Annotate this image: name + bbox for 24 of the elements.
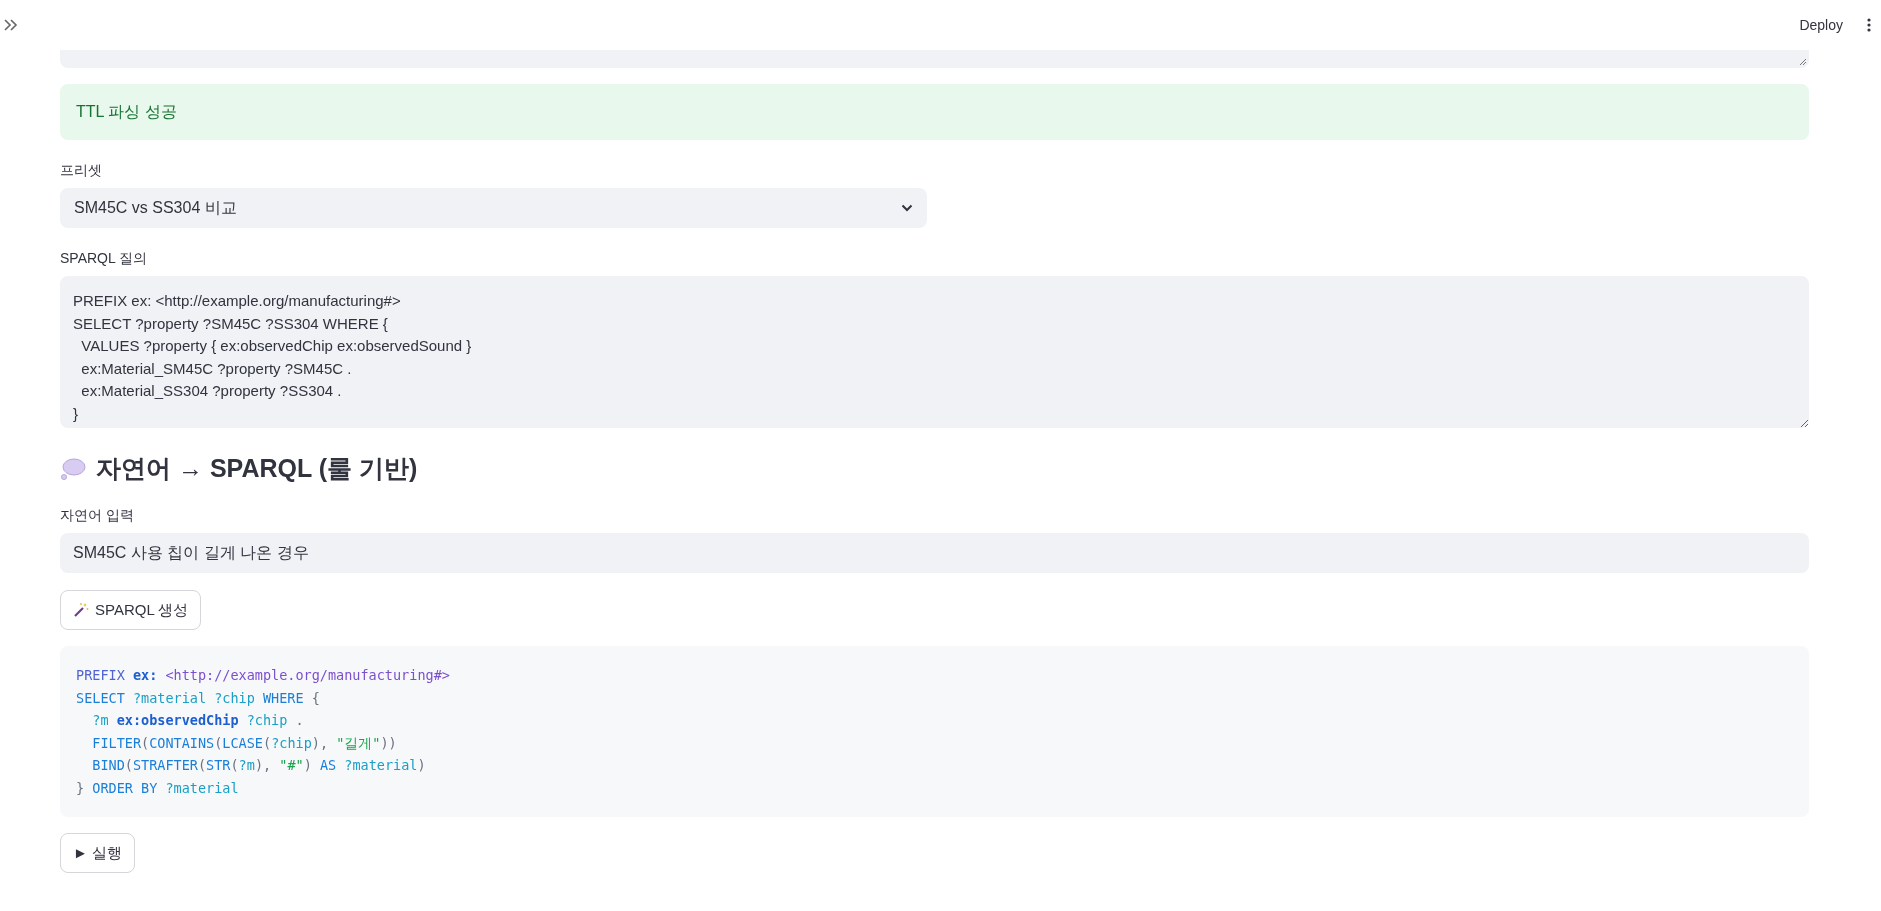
code-line: ?m ex:observedChip ?chip . [91, 711, 305, 730]
thought-bubble-icon [60, 457, 86, 480]
success-message: TTL 파싱 성공 [76, 101, 177, 122]
field-label: 자연어 입력 [60, 507, 135, 525]
expand-sidebar-icon[interactable] [4, 19, 18, 31]
field-label: 프리셋 [60, 162, 103, 180]
chevron-down-icon [901, 204, 913, 212]
select-value: SM45C vs SS304 비교 [74, 197, 237, 218]
code-line: } ORDER BY ?material [76, 778, 240, 798]
text-input[interactable]: SM45C 사용 칩이 길게 나온 경우 [60, 533, 1809, 573]
code-line: PREFIX ex: <http://example.org/manufacturing#> [76, 666, 451, 685]
code-line: SELECT ?material ?chip WHERE { [76, 688, 321, 708]
generate-button[interactable]: SPARQL 생성 [60, 590, 202, 630]
preset-select[interactable]: SM45C vs SS304 비교 [60, 188, 927, 228]
field-label: SPARQL 질의 [60, 250, 149, 268]
run-button[interactable]: ► 실행 [60, 833, 135, 873]
resize-handle-icon[interactable] [1799, 58, 1807, 66]
code-line: BIND(STRAFTER(STR(?m), "#") AS ?material) [91, 756, 427, 775]
query-field[interactable]: PREFIX ex: <http://example.org/manufacturing#> SELECT ?property ?SM45C ?SS304 WHERE { VALUES ?property { ex:observedChip ex:observedSound } ex:Material_SM45C ?property ?SM45C . ex:Material_SS304 ?property ?SS304 . } [60, 276, 1809, 428]
more-menu-icon[interactable] [1867, 18, 1871, 32]
code-line: FILTER(CONTAINS(LCASE(?chip), "길게")) [91, 733, 398, 753]
deploy-button[interactable]: Deploy [1793, 13, 1849, 37]
magic-wand-icon [73, 602, 89, 618]
section-heading: 자연어 → SPARQL (룰 기반) [96, 453, 418, 484]
